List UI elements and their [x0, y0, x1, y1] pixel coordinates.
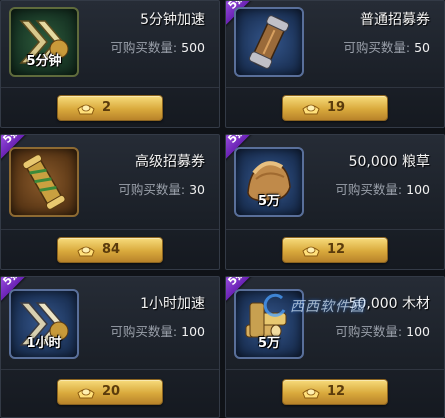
price-text: 12	[327, 242, 346, 257]
quantity-label: 可购买数量:	[110, 40, 178, 55]
gold-ingot-icon	[77, 104, 95, 115]
item-name: 5分钟加速	[140, 12, 205, 28]
shop-item-card[interactable]: 5折 5万 50,000 粮草 可购买数量: 100 12	[225, 134, 445, 270]
quantity-value: 500	[181, 40, 205, 55]
card-divider	[226, 229, 444, 230]
card-divider	[226, 369, 444, 370]
buy-button[interactable]: 84	[57, 237, 163, 263]
quantity-value: 100	[406, 324, 430, 339]
item-name: 1小时加速	[140, 296, 205, 312]
item-quantity: 可购买数量: 100	[335, 321, 430, 340]
gold-ingot-icon	[302, 246, 320, 257]
recruit-scroll-icon	[248, 15, 290, 69]
item-name: 普通招募券	[360, 12, 430, 28]
shop-item-card[interactable]: 5分钟 5分钟加速 可购买数量: 500 2	[0, 0, 220, 128]
card-divider	[1, 369, 219, 370]
shop-item-card[interactable]: 5折 1小时 1小时加速 可购买数量: 100 20	[0, 276, 220, 418]
card-divider	[226, 87, 444, 88]
item-icon-frame	[9, 147, 79, 217]
icon-caption: 5分钟	[26, 54, 62, 69]
item-quantity: 可购买数量: 50	[343, 37, 430, 56]
quantity-value: 100	[406, 182, 430, 197]
item-quantity: 可购买数量: 100	[110, 321, 205, 340]
card-divider	[1, 229, 219, 230]
discount-text: 5折	[0, 134, 23, 146]
gold-ingot-icon	[77, 246, 95, 257]
discount-text: 5折	[225, 276, 248, 288]
price-text: 19	[327, 100, 346, 115]
item-icon-frame	[234, 7, 304, 77]
buy-button[interactable]: 19	[282, 95, 388, 121]
item-quantity: 可购买数量: 500	[110, 37, 205, 56]
price-text: 12	[327, 384, 346, 399]
item-icon-frame: 5万	[234, 147, 304, 217]
card-divider	[1, 87, 219, 88]
quantity-value: 100	[181, 324, 205, 339]
item-icon-frame: 5万	[234, 289, 304, 359]
quantity-label: 可购买数量:	[118, 182, 186, 197]
quantity-label: 可购买数量:	[335, 182, 403, 197]
item-name: 50,000 木材	[348, 296, 430, 312]
item-name: 高级招募券	[135, 154, 205, 170]
advanced-recruit-scroll-icon	[22, 154, 66, 210]
buy-button[interactable]: 20	[57, 379, 163, 405]
shop-grid: 5分钟 5分钟加速 可购买数量: 500 2 5折 普通招募券 可购买数量: 5…	[0, 0, 445, 418]
item-icon-frame: 5分钟	[9, 7, 79, 77]
item-icon-frame: 1小时	[9, 289, 79, 359]
quantity-label: 可购买数量:	[335, 324, 403, 339]
icon-caption: 5万	[257, 336, 281, 351]
quantity-value: 30	[189, 182, 205, 197]
discount-text: 5折	[225, 134, 248, 146]
price-text: 20	[102, 384, 121, 399]
buy-button[interactable]: 2	[57, 95, 163, 121]
gold-ingot-icon	[302, 104, 320, 115]
shop-item-card[interactable]: 5折 高级招募券 可购买数量: 30 84	[0, 134, 220, 270]
discount-text: 5折	[0, 276, 23, 288]
price-text: 2	[102, 100, 112, 115]
gold-ingot-icon	[302, 388, 320, 399]
item-name: 50,000 粮草	[348, 154, 430, 170]
buy-button[interactable]: 12	[282, 237, 388, 263]
shop-item-card[interactable]: 5折 5万 50,000 木材 可购买数量: 100 12	[225, 276, 445, 418]
quantity-value: 50	[414, 40, 430, 55]
quantity-label: 可购买数量:	[110, 324, 178, 339]
buy-button[interactable]: 12	[282, 379, 388, 405]
shop-item-card[interactable]: 5折 普通招募券 可购买数量: 50 19	[225, 0, 445, 128]
item-quantity: 可购买数量: 100	[335, 179, 430, 198]
price-text: 84	[102, 242, 121, 257]
icon-caption: 5万	[257, 194, 281, 209]
gold-ingot-icon	[77, 388, 95, 399]
icon-caption: 1小时	[26, 336, 62, 351]
item-quantity: 可购买数量: 30	[118, 179, 205, 198]
quantity-label: 可购买数量:	[343, 40, 411, 55]
